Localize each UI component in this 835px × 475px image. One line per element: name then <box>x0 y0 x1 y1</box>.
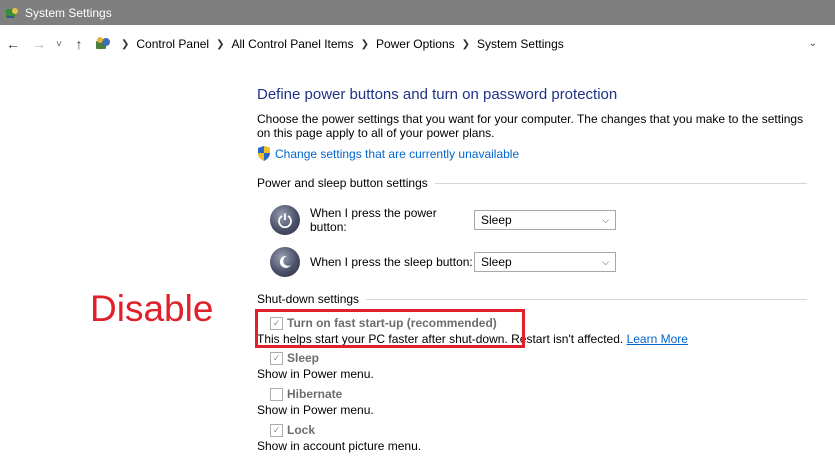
forward-arrow-icon[interactable]: → <box>30 36 48 52</box>
address-bar: ← → ˅ ↑ ❯ Control Panel ❯ All Control Pa… <box>0 25 835 63</box>
learn-more-link[interactable]: Learn More <box>627 332 688 346</box>
system-settings-icon <box>6 7 18 18</box>
sleep-option-description: Show in Power menu. <box>257 367 374 381</box>
chevron-right-icon: ❯ <box>216 38 225 50</box>
hibernate-option-description: Show in Power menu. <box>257 403 374 417</box>
power-button-value: Sleep <box>481 213 512 227</box>
control-panel-icon <box>96 37 110 49</box>
breadcrumb-all-items[interactable]: All Control Panel Items <box>232 37 354 51</box>
recent-locations-chevron-icon[interactable]: ˅ <box>52 39 66 50</box>
power-section-title: Power and sleep button settings <box>257 176 428 190</box>
lock-option-description: Show in account picture menu. <box>257 439 422 453</box>
sleep-button-row: When I press the sleep button: Sleep ⌵ <box>270 247 616 277</box>
hibernate-checkbox[interactable] <box>270 387 283 401</box>
change-settings-link[interactable]: Change settings that are currently unava… <box>257 146 519 161</box>
sleep-button-label: When I press the sleep button: <box>310 255 473 269</box>
chevron-right-icon: ❯ <box>461 38 471 50</box>
shutdown-section-title: Shut-down settings <box>257 292 360 306</box>
hibernate-option-label: Hibernate <box>287 387 343 401</box>
page-title: Define power buttons and turn on passwor… <box>257 86 618 103</box>
chevron-down-icon: ⌵ <box>602 256 609 267</box>
annotation-disable: Disable <box>90 288 214 329</box>
window-title: System Settings <box>25 5 112 20</box>
power-button-select[interactable]: Sleep ⌵ <box>474 210 616 230</box>
breadcrumb-system-settings[interactable]: System Settings <box>477 37 564 51</box>
sleep-button-icon <box>270 247 300 277</box>
sleep-button-value: Sleep <box>481 255 512 269</box>
highlight-box <box>255 309 525 348</box>
shutdown-section-header: Shut-down settings <box>257 292 807 306</box>
uac-shield-icon <box>258 146 270 161</box>
address-dropdown-icon[interactable]: ⌄ <box>809 38 817 49</box>
lock-checkbox[interactable]: ✓ <box>270 423 283 437</box>
back-arrow-icon[interactable]: ← <box>4 36 22 52</box>
breadcrumb-power-options[interactable]: Power Options <box>376 37 455 51</box>
change-settings-link-label[interactable]: Change settings that are currently unava… <box>275 147 519 161</box>
breadcrumb-control-panel[interactable]: Control Panel <box>136 37 209 51</box>
page-description: Choose the power settings that you want … <box>257 112 804 140</box>
chevron-down-icon: ⌵ <box>602 214 609 225</box>
sleep-option: ✓ Sleep Show in Power menu. <box>257 351 374 381</box>
chevron-right-icon: ❯ <box>360 38 369 50</box>
power-button-icon <box>270 205 300 235</box>
up-arrow-icon[interactable]: ↑ <box>70 36 88 52</box>
lock-option-label: Lock <box>287 423 316 437</box>
breadcrumb: ❯ Control Panel ❯ All Control Panel Item… <box>94 36 564 52</box>
hibernate-option: Hibernate Show in Power menu. <box>257 387 374 417</box>
sleep-button-select[interactable]: Sleep ⌵ <box>474 252 616 272</box>
power-section-header: Power and sleep button settings <box>257 176 807 190</box>
lock-option: ✓ Lock Show in account picture menu. <box>257 423 421 453</box>
power-button-row: When I press the power button: Sleep ⌵ <box>270 205 616 235</box>
sleep-checkbox[interactable]: ✓ <box>270 351 283 365</box>
sleep-option-label: Sleep <box>287 351 320 365</box>
power-button-label: When I press the power button: <box>310 206 437 234</box>
chevron-right-icon: ❯ <box>121 38 130 50</box>
section-divider <box>366 298 807 300</box>
title-bar: System Settings <box>0 0 835 25</box>
section-divider <box>434 182 807 184</box>
